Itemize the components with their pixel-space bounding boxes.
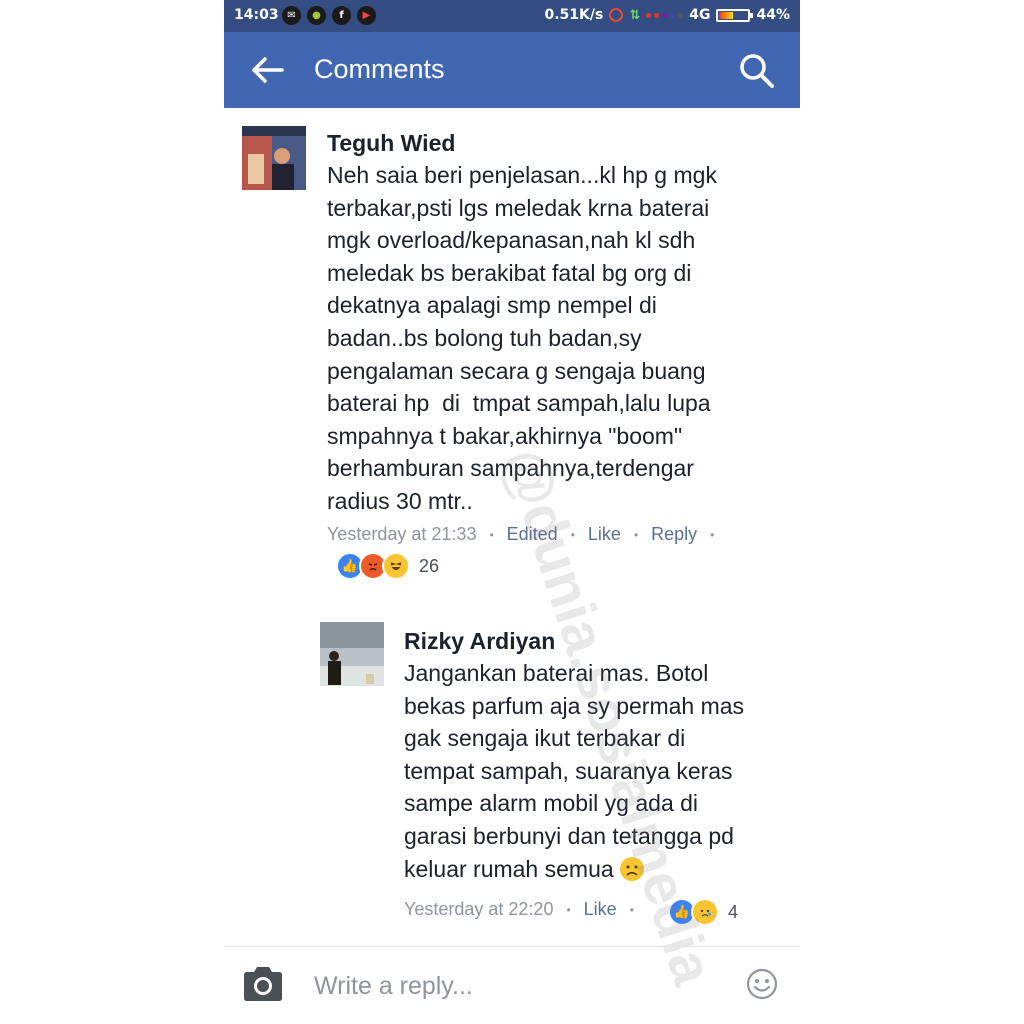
android-notification-icon: ●	[307, 6, 326, 25]
separator-dot: •	[710, 527, 715, 542]
network-type: 4G	[689, 7, 711, 23]
reaction-count: 4	[728, 901, 739, 922]
battery-percent: 44%	[756, 7, 790, 23]
reply-comment: Rizky Ardiyan Jangankan baterai mas. Bot…	[224, 608, 800, 938]
signal-icon	[646, 12, 684, 18]
status-time: 14:03	[234, 7, 279, 23]
back-button[interactable]	[250, 54, 286, 86]
like-button[interactable]: Like	[588, 524, 621, 545]
phone-screen: 14:03 ✉ ● f ▶ 0.51K/s ⇅ 4G 44% Comments	[224, 0, 800, 1024]
comment-timestamp[interactable]: Yesterday at 21:33	[327, 524, 476, 545]
separator-dot: •	[566, 902, 571, 917]
battery-icon	[716, 8, 754, 22]
avatar-image	[320, 622, 384, 686]
smiley-icon	[746, 968, 778, 1000]
app-bar: Comments	[224, 32, 800, 108]
alarm-icon	[609, 8, 624, 22]
page-title: Comments	[314, 54, 445, 84]
data-transfer-icon: ⇅	[629, 7, 641, 23]
camera-icon	[244, 967, 282, 1001]
separator-dot: •	[629, 902, 634, 917]
message-notification-icon: ✉	[282, 6, 301, 25]
reply-input[interactable]	[314, 968, 724, 1004]
avatar[interactable]	[320, 622, 384, 686]
network-speed: 0.51K/s	[544, 7, 604, 23]
notification-icons: ✉ ● f ▶	[282, 6, 376, 25]
avatar-image	[242, 126, 306, 190]
battery-fill	[719, 11, 733, 19]
reactions-summary[interactable]: 👍 26	[336, 552, 439, 580]
divider	[224, 946, 800, 947]
reaction-count: 26	[419, 555, 440, 576]
camera-button[interactable]	[242, 966, 284, 1002]
separator-dot: •	[489, 527, 494, 542]
separator-dot: •	[633, 527, 639, 542]
status-bar: 14:03 ✉ ● f ▶ 0.51K/s ⇅ 4G 44%	[224, 0, 800, 32]
arrow-left-icon	[252, 57, 284, 83]
search-button[interactable]	[738, 52, 776, 90]
avatar[interactable]	[242, 126, 306, 190]
comment-timestamp[interactable]: Yesterday at 22:20	[404, 899, 553, 920]
youtube-notification-icon: ▶	[357, 6, 376, 25]
haha-reaction-icon	[382, 552, 410, 580]
like-button[interactable]: Like	[584, 899, 617, 920]
search-icon	[740, 54, 774, 88]
emoji-button[interactable]	[746, 968, 778, 1000]
comment-author[interactable]: Rizky Ardiyan	[404, 628, 555, 655]
comment-author[interactable]: Teguh Wied	[327, 130, 455, 157]
reply-button[interactable]: Reply	[651, 524, 697, 545]
status-right: 0.51K/s ⇅ 4G 44%	[545, 7, 791, 23]
facebook-notification-icon: f	[332, 6, 351, 25]
comment-actions: Yesterday at 22:20 • Like •	[404, 899, 647, 920]
